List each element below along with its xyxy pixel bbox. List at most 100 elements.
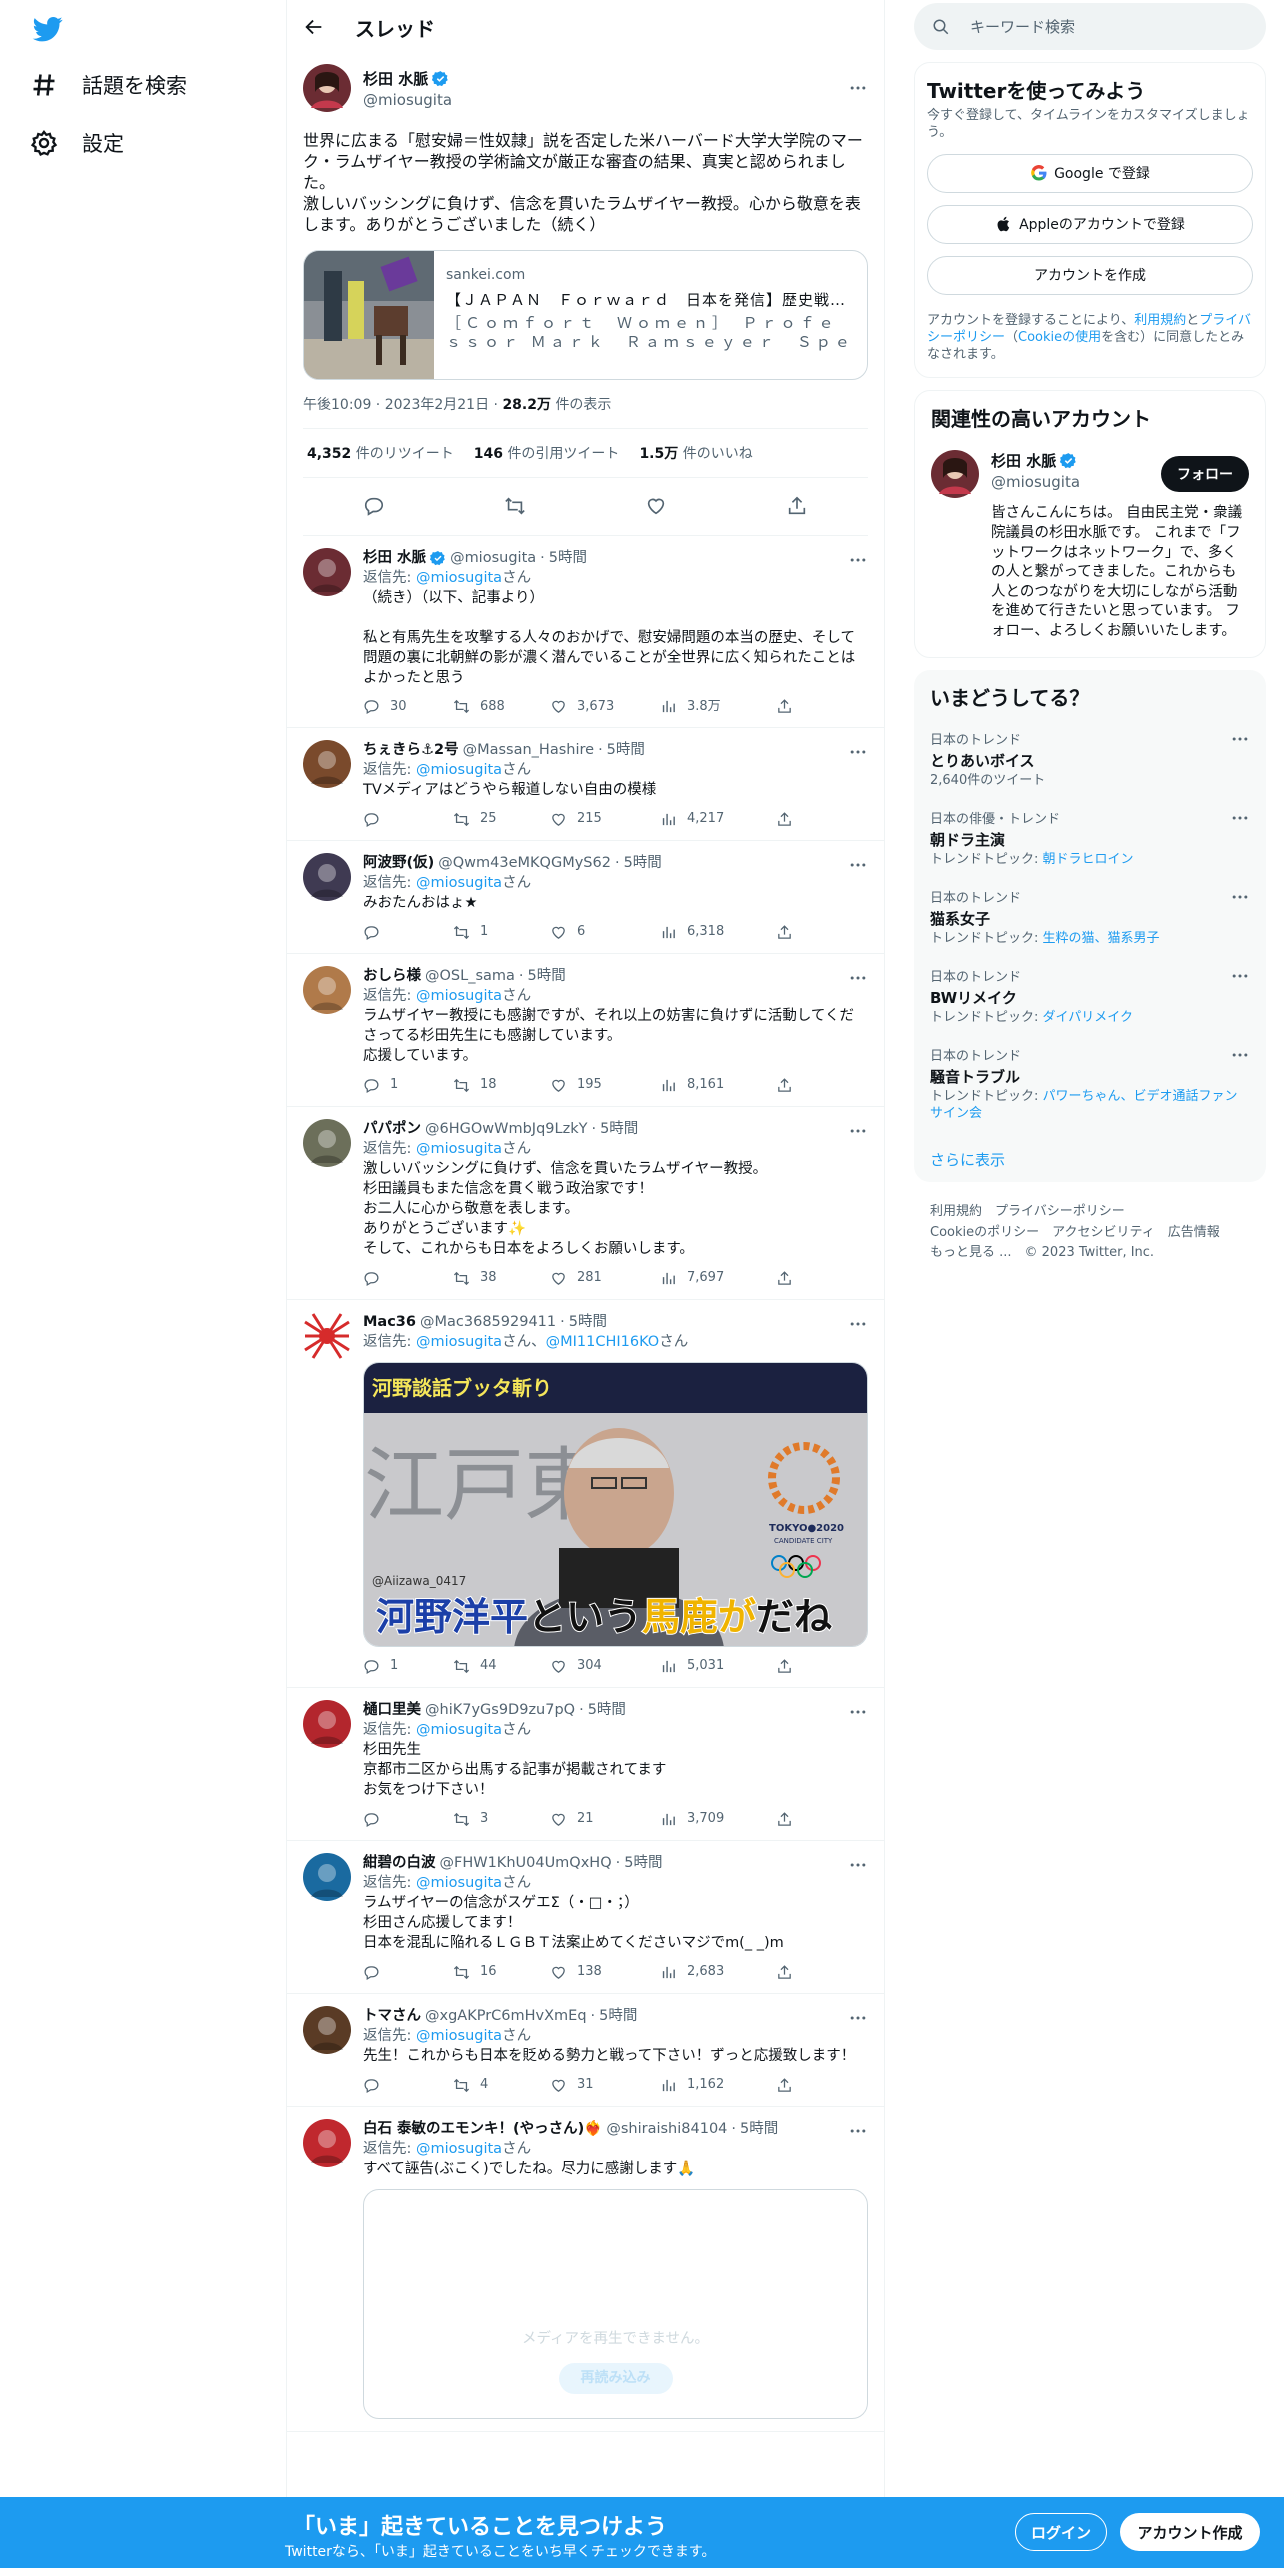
views-action[interactable]: 4,217 — [660, 810, 776, 828]
google-signup-button[interactable]: Google で登録 — [927, 153, 1253, 193]
like-action[interactable]: 281 — [550, 1269, 660, 1287]
like-action[interactable]: 215 — [550, 810, 660, 828]
views-action[interactable]: 1,162 — [660, 2076, 776, 2094]
avatar[interactable] — [303, 2006, 351, 2055]
reply-time[interactable]: 5時間 — [624, 853, 662, 873]
terms-link[interactable]: 利用規約 — [1134, 313, 1186, 328]
views-action[interactable]: 5,031 — [660, 1657, 776, 1675]
likes-stat[interactable]: 1.5万 件のいいね — [639, 443, 752, 463]
trend-item[interactable]: 日本のトレンド BWリメイク トレンドトピック: ダイパリメイク — [930, 966, 1250, 1027]
reply-author-name[interactable]: 杉田 水脈 — [363, 548, 426, 568]
reply-tweet[interactable]: おしら様 @OSL_sama · 5時間 返信先: @miosugitaさん ラムザイヤー… — [287, 954, 884, 1108]
reply-time[interactable]: 5時間 — [624, 1853, 662, 1873]
reply-time[interactable]: 5時間 — [600, 1119, 638, 1139]
trend-item[interactable]: 日本の俳優・トレンド 朝ドラ主演 トレンドトピック: 朝ドラヒロイン — [930, 808, 1250, 869]
reply-action[interactable] — [363, 811, 453, 828]
retweets-stat[interactable]: 4,352 件のリツイート — [307, 443, 454, 463]
reply-to-handle-2[interactable]: @MI11CHI16KO — [546, 1334, 660, 1350]
like-action[interactable]: 31 — [550, 2076, 660, 2094]
retweet-action[interactable]: 16 — [453, 1963, 550, 1981]
quotes-stat[interactable]: 146 件の引用ツイート — [474, 443, 620, 463]
share-icon[interactable] — [786, 495, 808, 517]
link-card[interactable]: sankei.com 【ＪＡＰＡＮ Ｆｏｒｗａｒｄ 日本を発信】歴史戦の大...… — [303, 249, 868, 380]
search-input[interactable]: キーワード検索 — [914, 3, 1266, 50]
more-options-icon[interactable] — [848, 742, 868, 762]
reply-author-name[interactable]: 阿波野(仮) — [363, 853, 434, 873]
reply-author-handle[interactable]: @miosugita — [450, 548, 536, 568]
views-action[interactable]: 3,709 — [660, 1810, 776, 1828]
reply-author-name[interactable]: トマさん — [363, 2006, 421, 2026]
more-options-icon[interactable] — [848, 968, 868, 988]
avatar[interactable] — [303, 2118, 351, 2167]
tweet-time[interactable]: 午後10:09 — [303, 397, 371, 413]
more-options-icon[interactable] — [848, 78, 868, 98]
avatar[interactable] — [303, 853, 351, 902]
reply-tweet[interactable]: 阿波野(仮) @Qwm43eMKQGMyS62 · 5時間 返信先: @miosugit… — [287, 841, 884, 955]
reply-author-handle[interactable]: @6HGOwWmbJq9LzkY — [425, 1119, 587, 1139]
reply-action[interactable] — [363, 2077, 453, 2094]
login-button[interactable]: ログイン — [1015, 2513, 1107, 2551]
more-options-icon[interactable] — [848, 1121, 868, 1141]
avatar[interactable] — [303, 547, 351, 596]
apple-signup-button[interactable]: Appleのアカウントで登録 — [927, 204, 1253, 244]
more-options-icon[interactable] — [1230, 808, 1250, 828]
reply-to-handle[interactable]: @miosugita — [416, 1722, 502, 1738]
more-options-icon[interactable] — [1230, 966, 1250, 986]
related-account[interactable]: 杉田 水脈 @miosugita フォロー — [931, 450, 1249, 499]
reply-author-handle[interactable]: @Qwm43eMKQGMyS62 — [438, 853, 611, 873]
more-options-icon[interactable] — [848, 855, 868, 875]
retweet-action[interactable]: 688 — [453, 698, 550, 716]
reply-action[interactable]: 30 — [363, 698, 453, 716]
trend-topic-links[interactable]: 朝ドラヒロイン — [1043, 852, 1134, 867]
twitter-logo-icon[interactable] — [30, 14, 66, 44]
reload-button[interactable]: 再読み込み — [558, 2362, 673, 2394]
reply-to-handle[interactable]: @miosugita — [416, 988, 502, 1004]
retweet-action[interactable]: 4 — [453, 2076, 550, 2094]
author-name[interactable]: 杉田 水脈 — [363, 68, 428, 89]
more-options-icon[interactable] — [848, 1702, 868, 1722]
avatar[interactable] — [303, 966, 351, 1015]
author-handle[interactable]: @miosugita — [363, 91, 848, 109]
share-action[interactable] — [776, 924, 793, 941]
reply-time[interactable]: 5時間 — [569, 1312, 607, 1332]
reply-tweet[interactable]: Mac36 @Mac3685929411 · 5時間 返信先: @miosugitaさん… — [287, 1300, 884, 1689]
footer-line-3[interactable]: もっと見る ... © 2023 Twitter, Inc. — [930, 1243, 1266, 1264]
views-action[interactable]: 7,697 — [660, 1269, 776, 1287]
reply-icon[interactable] — [363, 495, 385, 517]
retweet-icon[interactable] — [504, 495, 526, 517]
retweet-action[interactable]: 25 — [453, 810, 550, 828]
reply-author-name[interactable]: 樋口里美 — [363, 1700, 421, 1720]
more-options-icon[interactable] — [848, 2121, 868, 2141]
reply-tweet[interactable]: 紺碧の白波 @FHW1KhU04UmQxHQ · 5時間 返信先: @miosugita… — [287, 1841, 884, 1995]
reply-to-handle[interactable]: @miosugita — [416, 2028, 502, 2044]
reply-media-image[interactable]: 江戸東 TOKYO●2020 CANDIDATE CITY 河野談話ブッタ斬り @Aii… — [363, 1362, 868, 1648]
trend-item[interactable]: 日本のトレンド とりあいボイス 2,640件のツイート — [930, 729, 1250, 790]
reply-author-name[interactable]: 紺碧の白波 — [363, 1853, 436, 1873]
trend-topic-links[interactable]: 生粋の猫、猫系男子 — [1043, 931, 1160, 946]
share-action[interactable] — [776, 2077, 793, 2094]
like-action[interactable]: 138 — [550, 1963, 660, 1981]
reply-action[interactable] — [363, 924, 453, 941]
reply-author-handle[interactable]: @Mac3685929411 — [420, 1312, 556, 1332]
retweet-action[interactable]: 38 — [453, 1269, 550, 1287]
like-action[interactable]: 6 — [550, 923, 660, 941]
like-action[interactable]: 195 — [550, 1076, 660, 1094]
reply-to-handle[interactable]: @miosugita — [416, 1875, 502, 1891]
reply-time[interactable]: 5時間 — [599, 2006, 637, 2026]
reply-tweet[interactable]: 杉田 水脈 @miosugita · 5時間 返信先: @miosugitaさん （続き）… — [287, 536, 884, 729]
reply-to-handle[interactable]: @miosugita — [416, 762, 502, 778]
avatar[interactable] — [303, 740, 351, 789]
share-action[interactable] — [776, 1658, 793, 1675]
share-action[interactable] — [776, 698, 793, 715]
trend-item[interactable]: 日本のトレンド 猫系女子 トレンドトピック: 生粋の猫、猫系男子 — [930, 887, 1250, 948]
share-action[interactable] — [776, 1077, 793, 1094]
reply-time[interactable]: 5時間 — [588, 1700, 626, 1720]
views-action[interactable]: 2,683 — [660, 1963, 776, 1981]
reply-time[interactable]: 5時間 — [549, 548, 587, 568]
follow-button[interactable]: フォロー — [1161, 456, 1249, 493]
more-options-icon[interactable] — [848, 2008, 868, 2028]
views-action[interactable]: 6,318 — [660, 923, 776, 941]
more-options-icon[interactable] — [1230, 729, 1250, 749]
more-options-icon[interactable] — [848, 1314, 868, 1334]
create-account-button[interactable]: アカウントを作成 — [927, 255, 1253, 295]
